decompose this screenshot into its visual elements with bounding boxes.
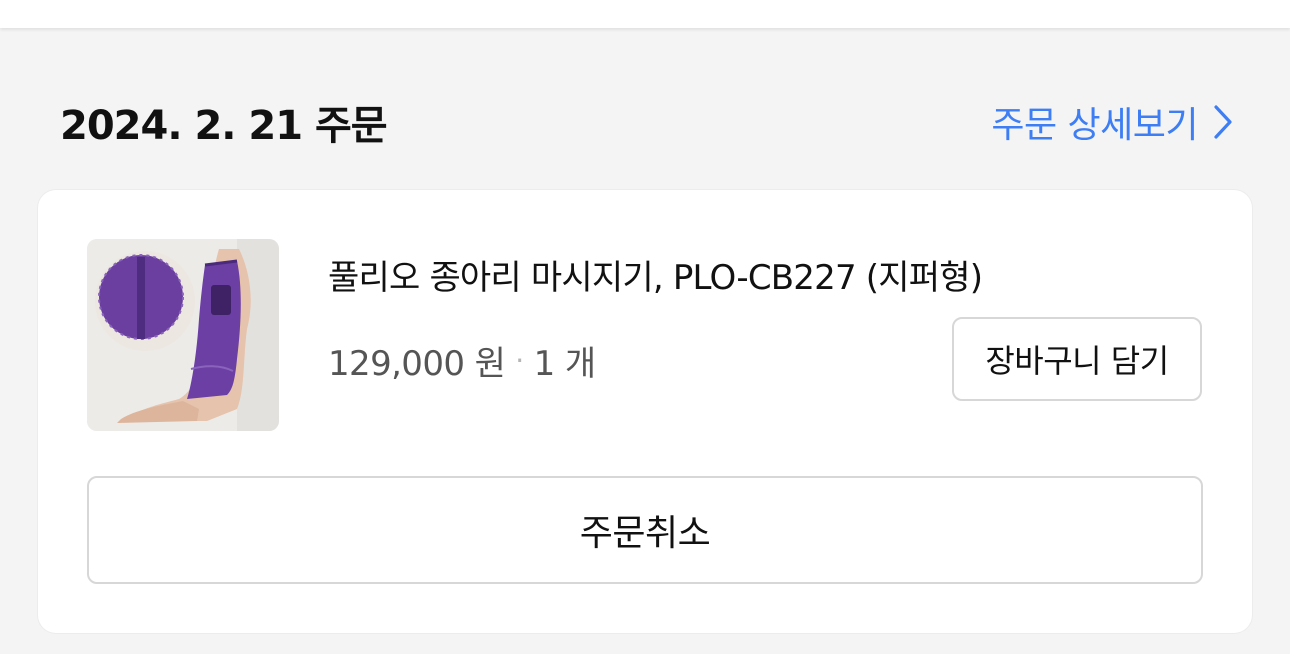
order-detail-link[interactable]: 주문 상세보기 <box>991 96 1234 148</box>
price-quantity-line: 129,000 원 · 1 개 <box>328 336 596 385</box>
order-date-title: 2024. 2. 21 주문 <box>60 103 388 149</box>
product-price: 129,000 원 <box>328 344 506 384</box>
product-quantity: 1 개 <box>533 344 597 384</box>
add-to-cart-button[interactable]: 장바구니 담기 <box>952 317 1202 401</box>
cancel-order-button[interactable]: 주문취소 <box>87 476 1203 584</box>
order-header: 2024. 2. 21 주문 주문 상세보기 <box>60 92 1234 152</box>
product-thumbnail[interactable] <box>87 239 279 431</box>
top-bar <box>0 0 1290 28</box>
product-image <box>87 239 279 431</box>
separator-dot: · <box>515 344 524 377</box>
product-name[interactable]: 풀리오 종아리 마시지기, PLO-CB227 (지퍼형) <box>328 250 983 299</box>
chevron-right-icon <box>1214 105 1232 139</box>
order-item-card: 풀리오 종아리 마시지기, PLO-CB227 (지퍼형) 129,000 원 … <box>38 190 1252 633</box>
order-detail-link-label: 주문 상세보기 <box>991 105 1198 146</box>
